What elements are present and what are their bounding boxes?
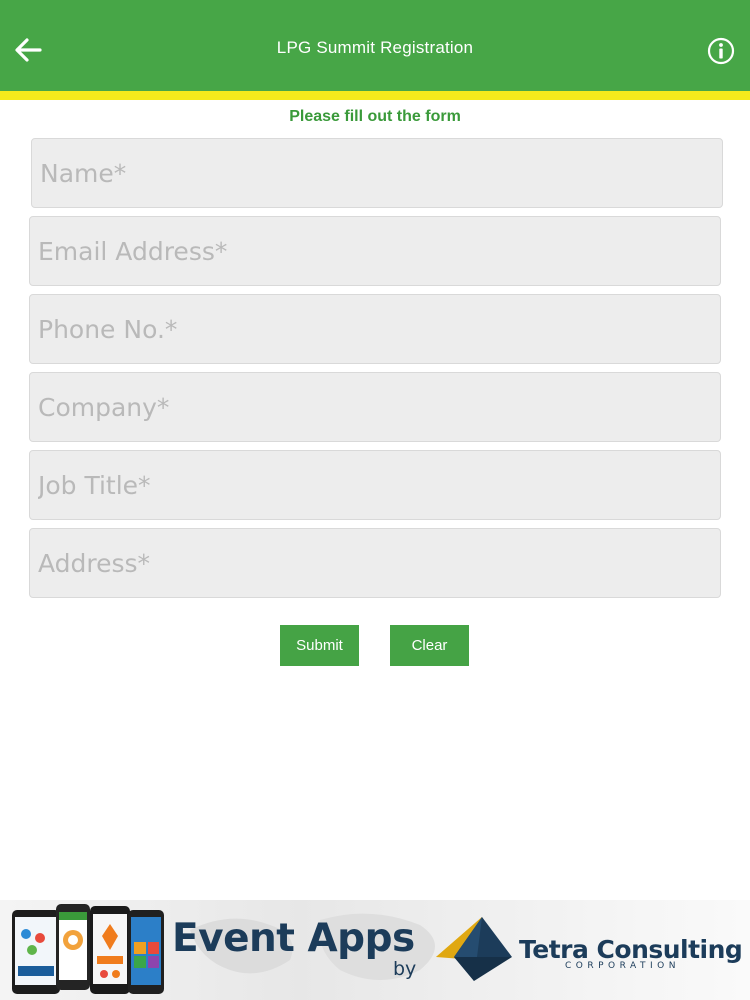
app-header: LPG Summit Registration (0, 0, 750, 91)
phone-screenshots-graphic (12, 904, 164, 994)
email-field[interactable] (29, 216, 721, 286)
tetra-consulting-name: Tetra Consulting (519, 935, 743, 964)
submit-button[interactable]: Submit (280, 625, 359, 666)
page-title: LPG Summit Registration (276, 38, 474, 57)
event-apps-wordmark: Event Apps (172, 916, 415, 961)
info-circle-icon[interactable] (707, 37, 735, 65)
header-accent-stripe (0, 91, 750, 100)
form-instructions: Please fill out the form (289, 108, 461, 125)
company-field[interactable] (29, 372, 721, 442)
address-field[interactable] (29, 528, 721, 598)
corporation-label: CORPORATION (565, 961, 680, 971)
clear-button[interactable]: Clear (390, 625, 469, 666)
name-field[interactable] (31, 138, 723, 208)
tetra-consulting-logo (436, 917, 512, 981)
by-label: by (393, 958, 417, 980)
phone-field[interactable] (29, 294, 721, 364)
job-title-field[interactable] (29, 450, 721, 520)
